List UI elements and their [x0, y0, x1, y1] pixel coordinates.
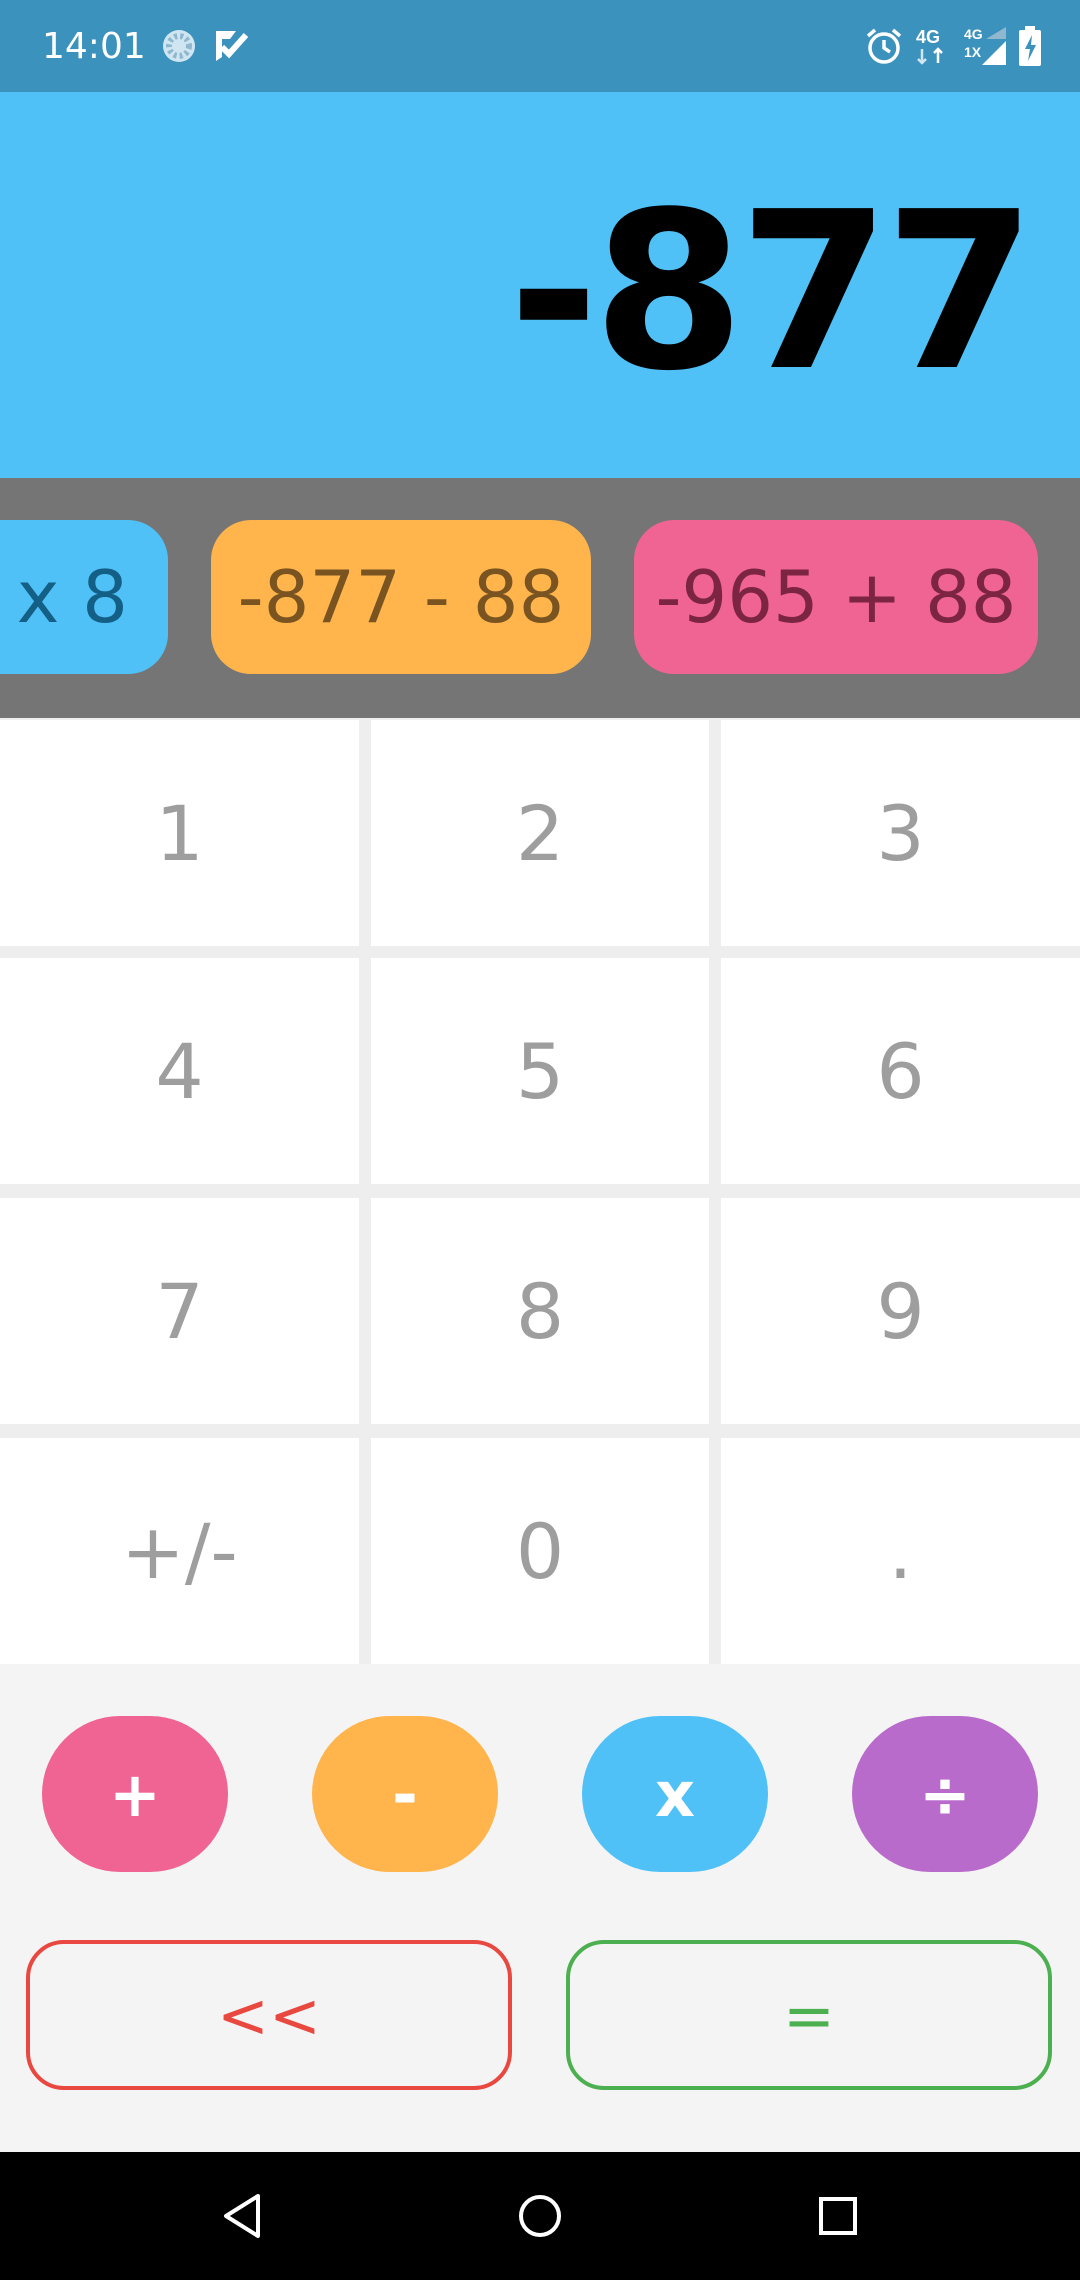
result-display: -877	[0, 92, 1080, 478]
recents-icon[interactable]	[808, 2186, 868, 2246]
divide-button[interactable]: ÷	[852, 1716, 1038, 1872]
status-left: 14:01	[42, 26, 250, 67]
result-value: -877	[508, 166, 1036, 419]
key-5[interactable]: 5	[371, 958, 709, 1184]
network-label-2: 4G	[964, 26, 983, 42]
backspace-button[interactable]: <<	[26, 1940, 512, 2090]
plus-button[interactable]: +	[42, 1716, 228, 1872]
home-icon[interactable]	[510, 2186, 570, 2246]
number-keypad: 1 2 3 4 5 6 7 8 9 +/- 0 .	[0, 718, 1080, 1664]
key-6[interactable]: 6	[721, 958, 1080, 1184]
4g-data-icon: 4G	[914, 25, 952, 67]
network-label-1: 4G	[916, 27, 940, 47]
back-icon[interactable]	[212, 2186, 272, 2246]
checkbox-notification-icon	[212, 27, 250, 65]
network-label-3: 1X	[964, 44, 982, 60]
key-negate[interactable]: +/-	[0, 1438, 359, 1664]
key-4[interactable]: 4	[0, 958, 359, 1184]
key-8[interactable]: 8	[371, 1198, 709, 1424]
navigation-bar	[0, 2152, 1080, 2280]
equals-button[interactable]: =	[566, 1940, 1052, 2090]
key-7[interactable]: 7	[0, 1198, 359, 1424]
status-bar: 14:01 4G 4G 1X	[0, 0, 1080, 92]
battery-charging-icon	[1018, 25, 1042, 67]
minus-button[interactable]: -	[312, 1716, 498, 1872]
key-2[interactable]: 2	[371, 720, 709, 946]
multiply-button[interactable]: x	[582, 1716, 768, 1872]
history-item-expression: -965 + 88	[655, 555, 1017, 639]
key-0[interactable]: 0	[371, 1438, 709, 1664]
key-9[interactable]: 9	[721, 1198, 1080, 1424]
key-3[interactable]: 3	[721, 720, 1080, 946]
history-item[interactable]: x 8	[0, 520, 168, 674]
key-1[interactable]: 1	[0, 720, 359, 946]
status-right: 4G 4G 1X	[864, 25, 1042, 67]
history-item-expression: -877 - 88	[237, 555, 565, 639]
key-decimal[interactable]: .	[721, 1438, 1080, 1664]
history-item-expression: x 8	[16, 555, 128, 639]
history-strip[interactable]: x 8 -877 - 88 -965 + 88	[0, 478, 1080, 718]
loading-spinner-icon	[160, 27, 198, 65]
4g-signal-icon: 4G 1X	[962, 25, 1008, 67]
history-item[interactable]: -877 - 88	[211, 520, 591, 674]
status-time: 14:01	[42, 25, 146, 67]
alarm-icon	[864, 26, 904, 66]
history-item[interactable]: -965 + 88	[634, 520, 1038, 674]
